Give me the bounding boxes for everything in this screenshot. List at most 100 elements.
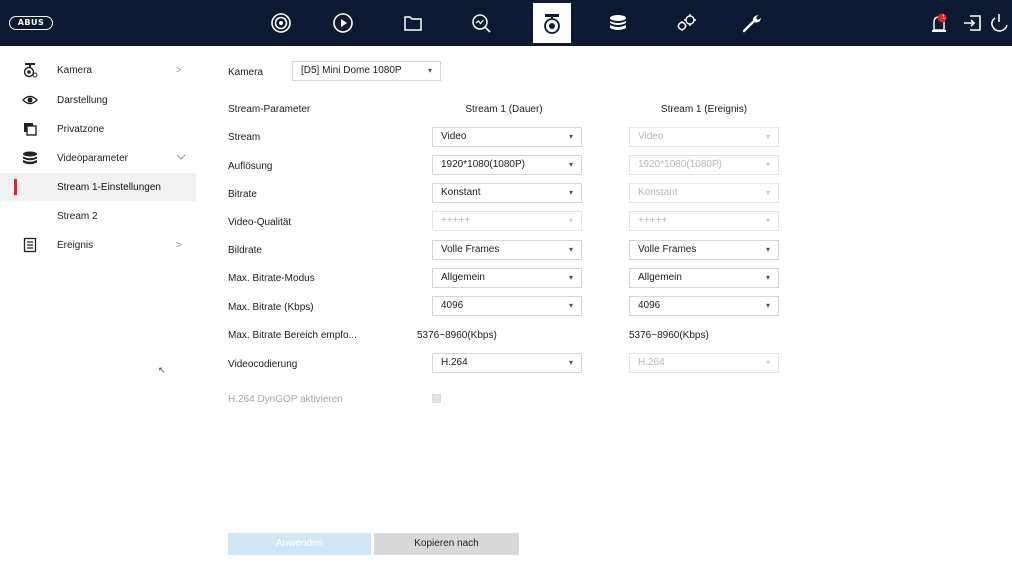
param-header: Stream-Parameter [228, 104, 311, 115]
stream1-resolution-select[interactable]: 1920*1080(1080P) ▾ [432, 155, 582, 175]
dropdown-arrow-icon: ▾ [765, 188, 770, 197]
stream1-framerate-select[interactable]: Volle Frames ▾ [432, 240, 582, 260]
sidebar-item-label: Videoparameter [57, 152, 128, 164]
select-value: Volle Frames [441, 244, 500, 255]
dropdown-arrow-icon: ▾ [568, 160, 573, 169]
camera-icon[interactable] [533, 3, 571, 43]
event-codec-select: H.264 ▾ [629, 353, 779, 373]
document-icon [22, 237, 38, 253]
stream1-codec-select[interactable]: H.264 ▾ [432, 353, 582, 373]
sidebar-item-stream-1[interactable]: Stream 1-Einstellungen [0, 173, 196, 201]
select-value: Video [441, 131, 467, 142]
event-resolution-select: 1920*1080(1080P) ▾ [629, 155, 779, 175]
privacy-mask-icon [22, 121, 38, 137]
sidebar-item-label: Stream 1-Einstellungen [57, 181, 161, 193]
select-value: 4096 [638, 300, 661, 311]
storage-icon[interactable] [601, 6, 635, 40]
sidebar-item-privatzone[interactable]: Privatzone [0, 115, 196, 143]
select-value: +++++ [638, 215, 668, 226]
sidebar-item-label: Privatzone [57, 123, 105, 135]
sidebar-item-label: Stream 2 [57, 210, 98, 222]
alarm-icon[interactable]: 1 [922, 6, 956, 40]
live-view-icon[interactable] [264, 6, 298, 40]
camera-select-value: [D5] Mini Dome 1080P [301, 65, 402, 76]
stream1-bitrate-range: 5376~8960(Kbps) [417, 330, 497, 341]
camera-select[interactable]: [D5] Mini Dome 1080P ▾ [292, 61, 441, 81]
camera-label: Kamera [228, 67, 264, 78]
apply-button[interactable]: Anwenden [228, 533, 371, 555]
dyngop-checkbox[interactable] [432, 394, 441, 403]
mouse-cursor-icon: ↖ [158, 365, 166, 375]
top-navigation-bar: ABUS 1 [0, 0, 1012, 46]
chevron-right-icon: > [176, 239, 182, 251]
select-value: 1920*1080(1080P) [638, 159, 722, 170]
selection-indicator [14, 179, 17, 195]
event-bitrate-select: Konstant ▾ [629, 183, 779, 203]
settings-sidebar: Kamera > Darstellung Privatzone Videopar… [0, 46, 196, 571]
col2-header: Stream 1 (Ereignis) [660, 104, 748, 115]
row-label-framerate: Bildrate [228, 245, 262, 256]
select-value: Allgemein [638, 272, 682, 283]
dropdown-arrow-icon: ▾ [568, 216, 573, 225]
row-label-bitrate: Bitrate [228, 189, 257, 200]
eye-icon [22, 92, 38, 108]
select-value: Allgemein [441, 272, 485, 283]
stream1-stream-select[interactable]: Video ▾ [432, 127, 582, 147]
sidebar-item-videoparameter[interactable]: Videoparameter [0, 144, 196, 172]
stream1-max-bitrate-select[interactable]: 4096 ▾ [432, 296, 582, 316]
dropdown-arrow-icon: ▾ [568, 245, 573, 254]
row-label-max-bitrate-mode: Max. Bitrate-Modus [228, 273, 315, 284]
dropdown-arrow-icon: ▾ [765, 160, 770, 169]
select-value: Konstant [638, 187, 678, 198]
event-framerate-select[interactable]: Volle Frames ▾ [629, 240, 779, 260]
playback-icon[interactable] [326, 6, 360, 40]
dropdown-arrow-icon: ▾ [765, 358, 770, 367]
row-label-stream: Stream [228, 132, 261, 143]
row-label-bitrate-range: Max. Bitrate Bereich empfo... [228, 330, 357, 341]
dropdown-arrow-icon: ▾ [568, 132, 573, 141]
select-value: +++++ [441, 215, 471, 226]
maintenance-icon[interactable] [735, 6, 769, 40]
file-icon[interactable] [396, 6, 430, 40]
sidebar-item-kamera[interactable]: Kamera > [0, 56, 196, 84]
dropdown-arrow-icon: ▾ [568, 301, 573, 310]
select-value: Konstant [441, 187, 481, 198]
stream1-bitrate-mode-select[interactable]: Allgemein ▾ [432, 268, 582, 288]
logout-icon[interactable] [955, 6, 989, 40]
row-label-video-codec: Videocodierung [228, 359, 298, 370]
row-label-aufloesung: Auflösung [228, 161, 273, 172]
select-value: Video [638, 131, 664, 142]
sidebar-item-label: Darstellung [57, 94, 108, 106]
dyngop-label: H.264 DynGOP aktivieren [228, 394, 343, 405]
search-icon[interactable] [464, 6, 498, 40]
chevron-right-icon: > [176, 64, 182, 76]
dropdown-arrow-icon: ▾ [765, 245, 770, 254]
copy-to-button[interactable]: Kopieren nach [374, 533, 519, 555]
event-max-bitrate-select[interactable]: 4096 ▾ [629, 296, 779, 316]
col1-header: Stream 1 (Dauer) [465, 104, 543, 115]
dropdown-arrow-icon: ▾ [568, 188, 573, 197]
event-stream-select: Video ▾ [629, 127, 779, 147]
row-label-max-bitrate: Max. Bitrate (Kbps) [228, 302, 314, 313]
sidebar-item-label: Ereignis [57, 239, 94, 251]
stream1-bitrate-select[interactable]: Konstant ▾ [432, 183, 582, 203]
stream-settings-panel: Kamera [D5] Mini Dome 1080P ▾ Stream-Par… [196, 46, 1012, 571]
select-value: Volle Frames [638, 244, 697, 255]
event-bitrate-mode-select[interactable]: Allgemein ▾ [629, 268, 779, 288]
dropdown-arrow-icon: ▾ [568, 273, 573, 282]
camera-icon [22, 62, 38, 78]
sidebar-item-stream-2[interactable]: Stream 2 [0, 202, 196, 230]
alarm-badge-count: 1 [942, 15, 946, 21]
settings-icon[interactable] [669, 6, 703, 40]
sidebar-item-ereignis[interactable]: Ereignis > [0, 231, 196, 259]
dropdown-arrow-icon: ▾ [765, 273, 770, 282]
dropdown-arrow-icon: ▾ [568, 358, 573, 367]
chevron-down-icon [176, 152, 186, 165]
select-value: H.264 [441, 357, 468, 368]
sidebar-item-label: Kamera [57, 64, 93, 76]
sidebar-item-darstellung[interactable]: Darstellung [0, 86, 196, 114]
dropdown-arrow-icon: ▾ [765, 301, 770, 310]
event-bitrate-range: 5376~8960(Kbps) [629, 330, 709, 341]
abus-logo: ABUS [9, 16, 53, 30]
power-icon[interactable] [985, 6, 1012, 40]
